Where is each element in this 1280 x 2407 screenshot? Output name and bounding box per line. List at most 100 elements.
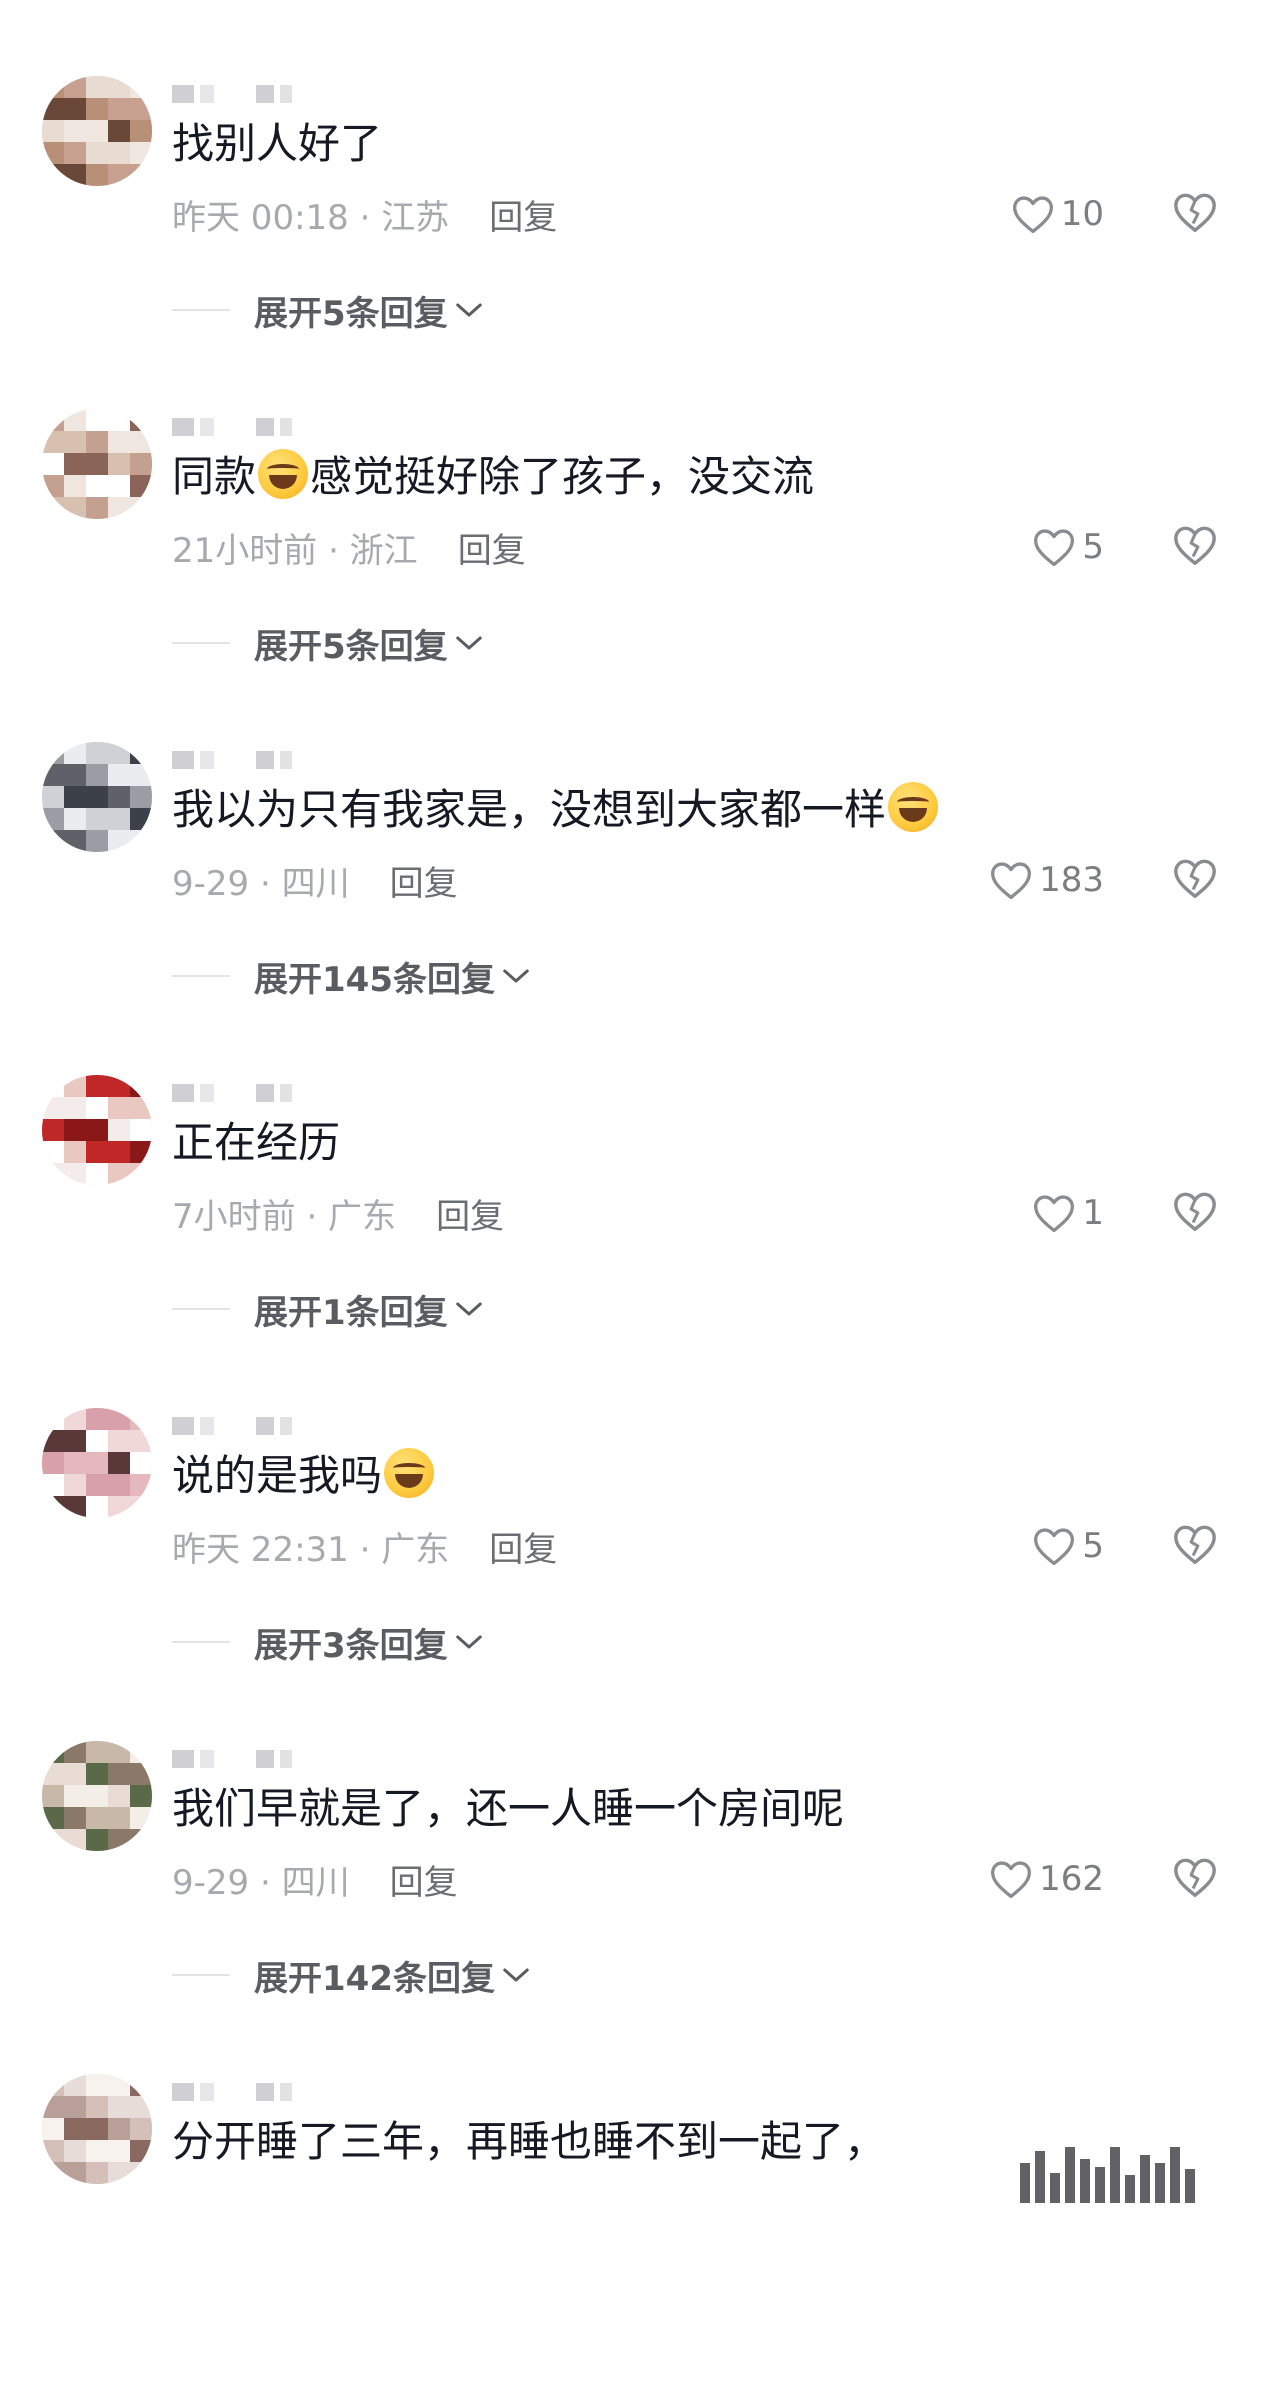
reply-button[interactable]: 回复: [390, 1855, 458, 1904]
avatar-pixel: [86, 1785, 108, 1807]
heart-outline-icon: [1011, 193, 1055, 235]
avatar-pixel: [64, 1408, 86, 1430]
avatar-pixel: [130, 120, 152, 142]
dislike-button[interactable]: [1172, 523, 1220, 571]
avatar-pixel: [64, 76, 86, 98]
avatar-pixel: [42, 120, 64, 142]
username-redacted[interactable]: [172, 2080, 432, 2104]
avatar[interactable]: [42, 2074, 152, 2184]
avatar-pixel: [86, 1430, 108, 1452]
avatar-pixel: [130, 1785, 152, 1807]
avatar-pixel: [64, 764, 86, 786]
avatar-pixel: [86, 1097, 108, 1119]
avatar-pixel: [130, 1075, 152, 1097]
username-redacted[interactable]: [172, 415, 432, 439]
chevron-down-icon: [454, 1289, 484, 1329]
avatar[interactable]: [42, 76, 152, 186]
dislike-button[interactable]: [1172, 1189, 1220, 1237]
username-redacted[interactable]: [172, 748, 432, 772]
reply-button[interactable]: 回复: [489, 190, 557, 239]
avatar-pixel: [86, 1763, 108, 1785]
avatar-pixel: [108, 431, 130, 453]
avatar-pixel: [86, 431, 108, 453]
expand-replies-button[interactable]: 展开142条回复: [172, 1953, 531, 1999]
avatar-pixel: [42, 742, 64, 764]
expand-replies-label: 展开145条回复: [254, 959, 495, 1000]
reply-button[interactable]: 回复: [489, 1522, 557, 1571]
dislike-button[interactable]: [1172, 190, 1220, 238]
chevron-down-icon: [501, 1955, 531, 1995]
comment-text: 我们早就是了，还一人睡一个房间呢: [172, 1781, 1052, 1837]
avatar-pixel: [130, 2140, 152, 2162]
dislike-button[interactable]: [1172, 1522, 1220, 1570]
avatar-pixel: [108, 120, 130, 142]
avatar-pixel: [130, 1430, 152, 1452]
username-redacted[interactable]: [172, 82, 432, 106]
username-redacted[interactable]: [172, 1081, 432, 1105]
avatar[interactable]: [42, 1075, 152, 1185]
like-count: 1: [1082, 1193, 1104, 1233]
avatar[interactable]: [42, 409, 152, 519]
expand-replies-label: 展开5条回复: [254, 293, 448, 334]
expand-replies-button[interactable]: 展开5条回复: [172, 288, 484, 334]
avatar-pixel: [108, 1474, 130, 1496]
chevron-down-icon: [454, 623, 484, 663]
expand-replies-label: 展开1条回复: [254, 1292, 448, 1333]
avatar-pixel: [86, 120, 108, 142]
avatar-pixel: [108, 98, 130, 120]
divider: [172, 309, 230, 311]
avatar-pixel: [108, 409, 130, 431]
avatar-pixel: [42, 76, 64, 98]
avatar-pixel: [86, 98, 108, 120]
comment-text-part: 我以为只有我家是，没想到大家都一样: [172, 785, 887, 834]
avatar-pixel: [64, 453, 86, 475]
broken-heart-icon: [1172, 1189, 1220, 1233]
like-button[interactable]: 5: [1032, 523, 1104, 571]
avatar-pixel: [130, 1119, 152, 1141]
avatar[interactable]: [42, 1408, 152, 1518]
reply-button[interactable]: 回复: [458, 523, 526, 572]
avatar-pixel: [108, 830, 130, 852]
expand-replies-button[interactable]: 展开1条回复: [172, 1287, 484, 1333]
avatar-pixel: [86, 2140, 108, 2162]
username-redacted[interactable]: [172, 1747, 432, 1771]
avatar-pixel: [42, 164, 64, 186]
avatar[interactable]: [42, 1741, 152, 1851]
comment-text-part: 说的是我吗: [172, 1451, 383, 1500]
reply-button[interactable]: 回复: [390, 856, 458, 905]
like-button[interactable]: 10: [1011, 190, 1104, 238]
like-button[interactable]: 162: [989, 1855, 1104, 1903]
avatar-pixel: [130, 1474, 152, 1496]
avatar-pixel: [86, 1829, 108, 1851]
dislike-button[interactable]: [1172, 856, 1220, 904]
avatar-pixel: [42, 98, 64, 120]
previous-comment-fragment: [170, 0, 1230, 12]
avatar[interactable]: [42, 742, 152, 852]
expand-replies-button[interactable]: 展开3条回复: [172, 1620, 484, 1666]
comment-item: 说的是我吗 昨天 22:31 · 广东 回复 5 展开3条回复: [0, 1408, 1280, 1741]
username-redacted[interactable]: [172, 1414, 432, 1438]
avatar-pixel: [42, 808, 64, 830]
dislike-button[interactable]: [1172, 1855, 1220, 1903]
expand-replies-button[interactable]: 展开145条回复: [172, 954, 531, 1000]
avatar-pixel: [42, 2118, 64, 2140]
avatar-pixel: [130, 808, 152, 830]
like-button[interactable]: 1: [1032, 1189, 1104, 1237]
comment-item: 我以为只有我家是，没想到大家都一样 9-29 · 四川 回复 183 展开145…: [0, 742, 1280, 1075]
avatar-pixel: [86, 1807, 108, 1829]
avatar-pixel: [108, 1430, 130, 1452]
comment-item: 同款 感觉挺好除了孩子，没交流 21小时前 · 浙江 回复 5 展开5条回复: [0, 409, 1280, 742]
reply-button[interactable]: 回复: [436, 1189, 504, 1238]
like-button[interactable]: 183: [989, 856, 1104, 904]
avatar-pixel: [86, 1452, 108, 1474]
comment-meta: 昨天 00:18 · 江苏 回复: [172, 190, 557, 239]
avatar-pixel: [64, 1119, 86, 1141]
avatar-pixel: [108, 2096, 130, 2118]
laughing-emoji-icon: [258, 449, 309, 499]
avatar-pixel: [42, 1452, 64, 1474]
avatar-pixel: [108, 142, 130, 164]
expand-replies-button[interactable]: 展开5条回复: [172, 621, 484, 667]
avatar-pixel: [64, 142, 86, 164]
chevron-down-icon: [454, 1622, 484, 1662]
like-button[interactable]: 5: [1032, 1522, 1104, 1570]
